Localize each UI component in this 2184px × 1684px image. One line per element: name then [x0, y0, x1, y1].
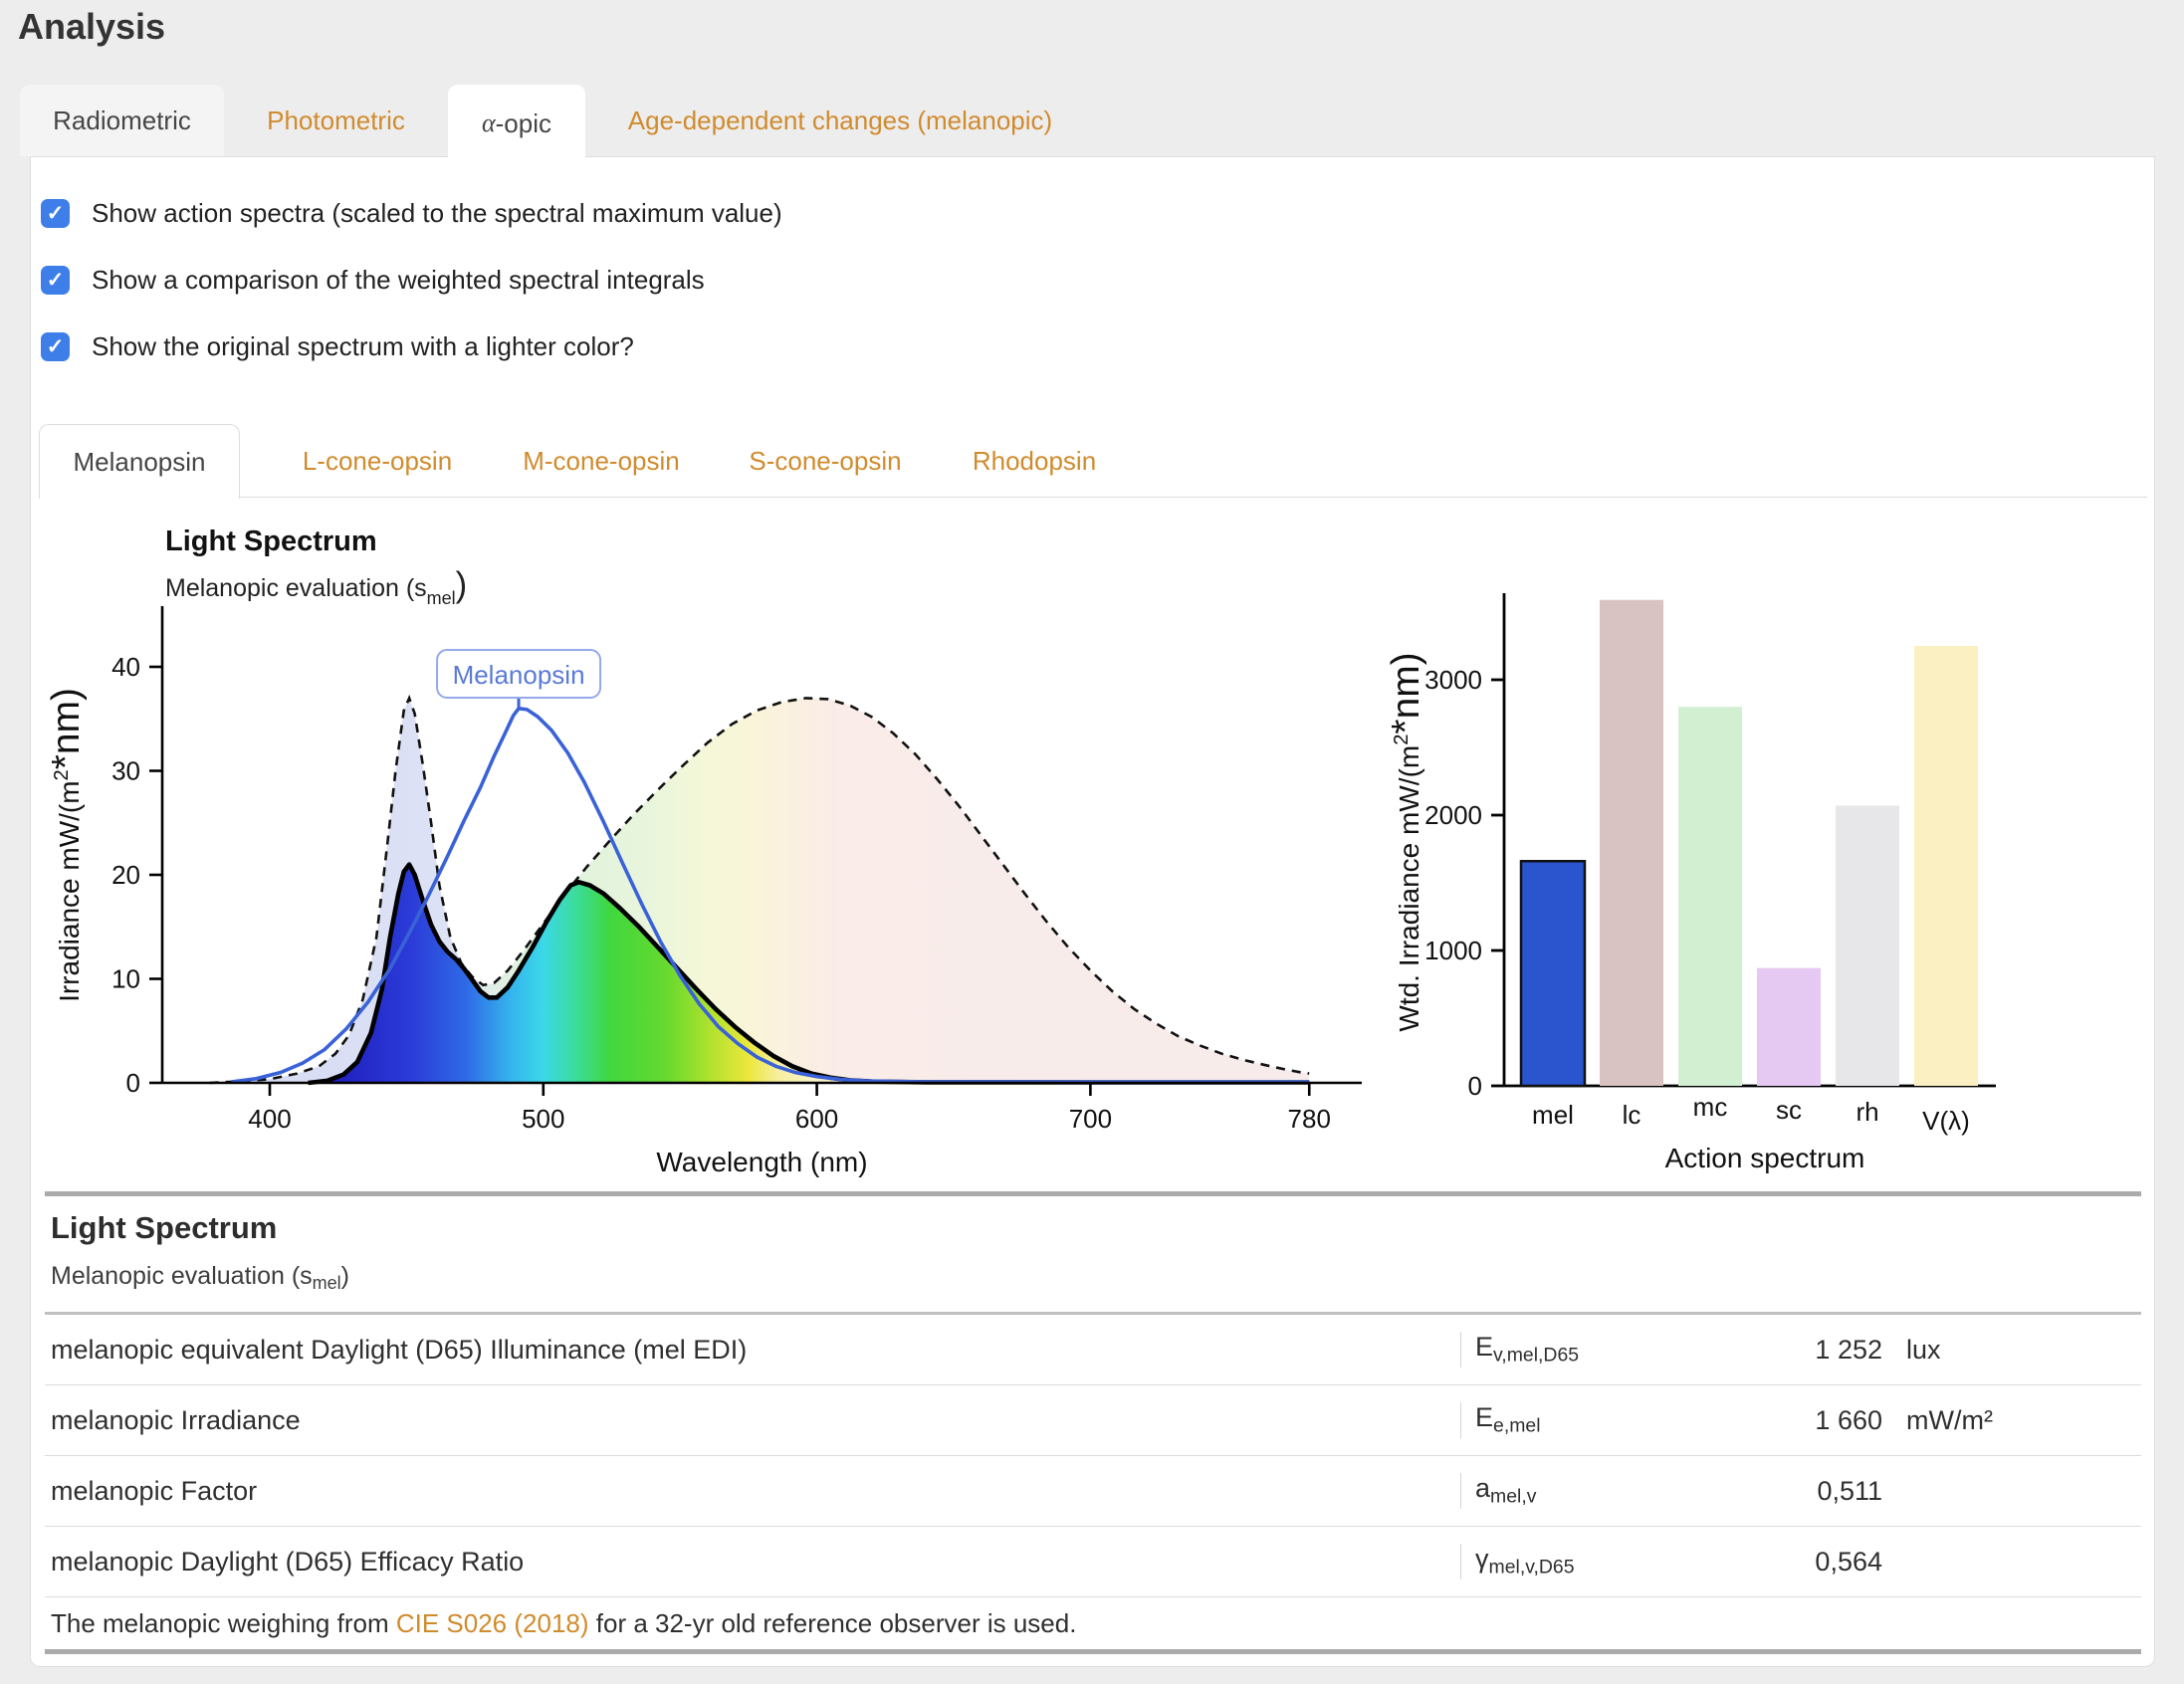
subtab-rhodopsin[interactable]: Rhodopsin — [935, 424, 1134, 498]
row-value: 1 660 — [1693, 1405, 1882, 1436]
svg-text:400: 400 — [248, 1104, 291, 1134]
page-title: Analysis — [18, 6, 165, 48]
svg-text:mel: mel — [1532, 1100, 1574, 1130]
subtab-m-cone-opsin[interactable]: M-cone-opsin — [487, 424, 716, 498]
bar-chart: 0 1000 2000 3000 mel lc mc sc rh V(λ) Action spect… — [1385, 593, 1996, 1173]
svg-text:Irradiance mW/(m2*nm): Irradiance mW/(m2*nm) — [45, 688, 88, 1002]
table-row: melanopic Factor amel,v 0,511 — [45, 1456, 2141, 1527]
svg-text:sc: sc — [1776, 1095, 1802, 1125]
tab-photometric-label: Photometric — [267, 105, 405, 136]
checkbox-row-comparison: ✓ Show a comparison of the weighted spec… — [41, 262, 705, 298]
checkbox-label: Show the original spectrum with a lighte… — [92, 331, 634, 362]
row-description: melanopic Irradiance — [45, 1405, 1460, 1436]
svg-text:0: 0 — [126, 1068, 140, 1098]
svg-text:1000: 1000 — [1424, 936, 1482, 965]
svg-text:Action spectrum: Action spectrum — [1665, 1143, 1865, 1173]
tab-alpha-opic-alpha: α — [482, 108, 496, 138]
row-unit: mW/m² — [1882, 1405, 2141, 1436]
checkbox-label: Show action spectra (scaled to the spect… — [92, 198, 782, 229]
svg-text:30: 30 — [111, 756, 140, 786]
tab-radiometric[interactable]: Radiometric — [20, 85, 224, 156]
row-value: 0,511 — [1693, 1476, 1882, 1507]
subtab-l-cone-opsin[interactable]: L-cone-opsin — [268, 424, 487, 498]
svg-text:rh: rh — [1856, 1097, 1878, 1127]
charts-svg: 0 10 20 30 40 400 500 600 700 780 Light Spectrum Me… — [33, 499, 2153, 1189]
subtab-melanopsin[interactable]: Melanopsin — [39, 424, 240, 499]
checkbox-row-original-spectrum: ✓ Show the original spectrum with a ligh… — [41, 328, 634, 364]
spectrum-chart: 0 10 20 30 40 400 500 600 700 780 Light Spectrum Me… — [45, 526, 1362, 1177]
table-top-border — [45, 1191, 2141, 1196]
table-subtitle: Melanopic evaluation (smel) — [51, 1262, 2141, 1294]
svg-text:Melanopsin: Melanopsin — [453, 660, 585, 690]
checkbox-show-action-spectra[interactable]: ✓ — [41, 199, 70, 228]
check-icon: ✓ — [47, 334, 65, 359]
bar-V(λ) — [1914, 646, 1978, 1086]
checkbox-label: Show a comparison of the weighted spectr… — [92, 265, 705, 296]
bar-sc — [1757, 968, 1821, 1086]
results-table: Light Spectrum Melanopic evaluation (sme… — [45, 1191, 2141, 1654]
subtab-s-cone-label: S-cone-opsin — [749, 446, 901, 477]
table-row: melanopic Daylight (D65) Efficacy Ratio … — [45, 1527, 2141, 1597]
row-description: melanopic equivalent Daylight (D65) Illu… — [45, 1335, 1460, 1366]
tab-content-panel: ✓ Show action spectra (scaled to the spe… — [30, 156, 2155, 1667]
row-description: melanopic Factor — [45, 1476, 1460, 1507]
tab-age-dependent[interactable]: Age-dependent changes (melanopic) — [585, 85, 1095, 156]
tab-alpha-opic-label: -opic — [496, 108, 551, 139]
row-description: melanopic Daylight (D65) Efficacy Ratio — [45, 1547, 1460, 1578]
table-title: Light Spectrum — [51, 1210, 2141, 1246]
svg-text:20: 20 — [111, 860, 140, 890]
row-value: 0,564 — [1693, 1547, 1882, 1578]
svg-text:mc: mc — [1693, 1092, 1728, 1122]
bar-rh — [1836, 805, 1899, 1086]
tab-photometric[interactable]: Photometric — [224, 85, 448, 156]
row-symbol: γmel,v,D65 — [1460, 1544, 1693, 1579]
svg-text:lc: lc — [1623, 1100, 1641, 1130]
svg-text:Light Spectrum: Light Spectrum — [165, 526, 377, 557]
svg-text:2000: 2000 — [1424, 800, 1482, 830]
bar-mel — [1521, 861, 1585, 1086]
row-symbol: Ev,mel,D65 — [1460, 1332, 1693, 1367]
check-icon: ✓ — [47, 268, 65, 293]
svg-text:V(λ): V(λ) — [1922, 1106, 1970, 1136]
svg-text:Wtd. Irradiance mW/(m2*nm): Wtd. Irradiance mW/(m2*nm) — [1385, 652, 1427, 1031]
subtab-m-cone-label: M-cone-opsin — [523, 446, 680, 477]
subtab-divider — [39, 497, 2147, 498]
row-symbol: amel,v — [1460, 1473, 1693, 1508]
svg-text:700: 700 — [1069, 1104, 1112, 1134]
table-bottom-border — [45, 1649, 2141, 1654]
svg-text:40: 40 — [111, 652, 140, 682]
table-row: melanopic equivalent Daylight (D65) Illu… — [45, 1315, 2141, 1385]
row-unit: lux — [1882, 1335, 2141, 1366]
bar-mc — [1678, 707, 1742, 1086]
table-footnote: The melanopic weighing from CIE S026 (20… — [45, 1597, 2141, 1649]
svg-text:3000: 3000 — [1424, 665, 1482, 695]
checkbox-show-comparison[interactable]: ✓ — [41, 266, 70, 295]
subtab-rhodopsin-label: Rhodopsin — [973, 446, 1096, 477]
svg-text:10: 10 — [111, 964, 140, 994]
svg-text:0: 0 — [1468, 1071, 1482, 1101]
bar-lc — [1600, 600, 1663, 1086]
svg-text:600: 600 — [795, 1104, 838, 1134]
checkbox-row-action-spectra: ✓ Show action spectra (scaled to the spe… — [41, 195, 782, 231]
cie-s026-link[interactable]: CIE S026 (2018) — [396, 1608, 589, 1639]
svg-text:500: 500 — [522, 1104, 564, 1134]
check-icon: ✓ — [47, 201, 65, 226]
tab-radiometric-label: Radiometric — [53, 105, 191, 136]
svg-text:Wavelength (nm): Wavelength (nm) — [656, 1147, 867, 1177]
row-symbol: Ee,mel — [1460, 1402, 1693, 1437]
tab-alpha-opic[interactable]: α-opic — [448, 85, 585, 162]
subtab-melanopsin-label: Melanopsin — [74, 447, 206, 478]
svg-text:Melanopic evaluation (smel): Melanopic evaluation (smel) — [165, 566, 467, 608]
subtab-l-cone-label: L-cone-opsin — [303, 446, 452, 477]
svg-text:780: 780 — [1288, 1104, 1331, 1134]
tab-age-dependent-label: Age-dependent changes (melanopic) — [628, 105, 1052, 136]
subtab-s-cone-opsin[interactable]: S-cone-opsin — [716, 424, 935, 498]
table-row: melanopic Irradiance Ee,mel 1 660 mW/m² — [45, 1385, 2141, 1456]
row-value: 1 252 — [1693, 1335, 1882, 1366]
checkbox-show-original-spectrum[interactable]: ✓ — [41, 332, 70, 361]
